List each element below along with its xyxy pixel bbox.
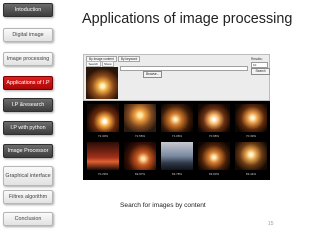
result-thumbnail[interactable] (198, 142, 230, 170)
result-score: 69.63% (208, 172, 220, 176)
browse-button[interactable]: Browse... (143, 71, 163, 78)
result-thumbnail[interactable] (235, 142, 267, 170)
image-search-window: By Image content By keyword Search Show … (83, 54, 270, 101)
nav-item-image-processor[interactable]: Image Processor (3, 144, 53, 158)
result-thumbnail[interactable] (235, 104, 267, 132)
nav-item-ip-python[interactable]: I.P with python (3, 121, 53, 135)
result-thumbnail[interactable] (87, 142, 119, 170)
nav-item-conclusion[interactable]: Conclusion (3, 212, 53, 226)
result-thumbnail[interactable] (161, 104, 193, 132)
nav-item-introduction[interactable]: Intoduction (3, 3, 53, 17)
result-score: 72.56% (134, 134, 146, 138)
nav-item-ip-research[interactable]: I.P &research (3, 98, 53, 112)
result-score: 70.68% (208, 134, 220, 138)
result-score: 70.29% (97, 172, 109, 176)
result-thumbnail[interactable] (124, 142, 156, 170)
slide-navigation: Intoduction Digital image Image processi… (0, 0, 58, 240)
tab-by-keyword[interactable]: By keyword (117, 56, 141, 62)
result-thumbnail[interactable] (198, 104, 230, 132)
result-thumbnail[interactable] (161, 142, 193, 170)
result-thumbnail[interactable] (87, 104, 119, 132)
nav-item-digital-image[interactable]: Digital image (3, 28, 53, 42)
image-path-field[interactable] (120, 66, 248, 71)
nav-item-applications[interactable]: Applications of I.P (3, 76, 53, 90)
result-score: 69.78% (171, 172, 183, 176)
result-score: 71.06% (171, 134, 183, 138)
result-score: 69.44% (245, 172, 257, 176)
result-thumbnail[interactable] (124, 104, 156, 132)
search-button[interactable]: Search (251, 68, 270, 75)
page-number: 15 (268, 221, 274, 227)
nav-item-image-processing[interactable]: Image processing (3, 52, 53, 66)
nav-item-graphical-interface[interactable]: Graphical interface (3, 166, 53, 186)
result-score: 69.97% (134, 172, 146, 176)
result-score: 72.30% (97, 134, 109, 138)
nav-item-filters-algorithm[interactable]: Filtres algorithm (3, 190, 53, 204)
figure-caption: Search for images by content (120, 202, 206, 209)
results-label: Results: (251, 57, 263, 61)
query-image-preview (86, 67, 118, 99)
slide-title: Applications of image processing (82, 11, 293, 27)
result-score: 70.39% (245, 134, 257, 138)
results-grid: 72.30% 72.56% 71.06% 70.68% 70.39% 70.29… (83, 101, 270, 180)
